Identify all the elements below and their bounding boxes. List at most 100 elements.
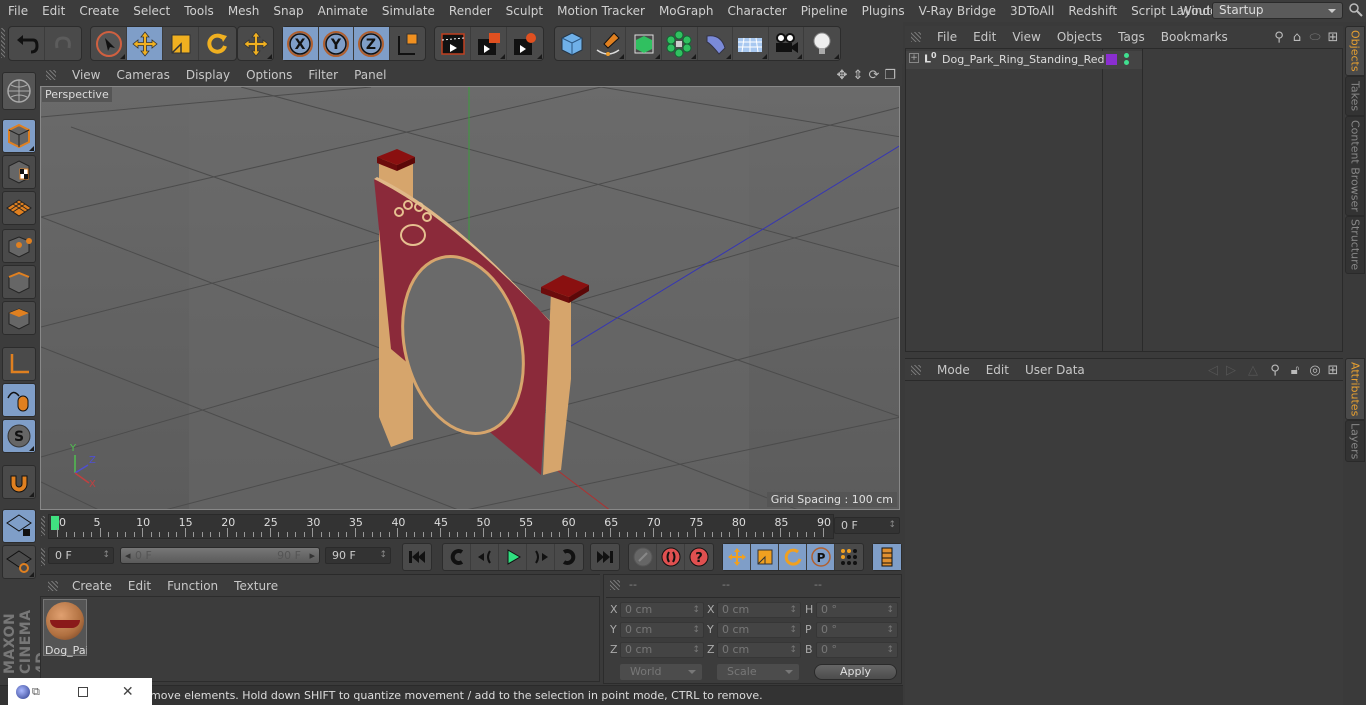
attributes-grip[interactable]: [911, 364, 921, 375]
menu-mograph[interactable]: MoGraph: [652, 0, 721, 22]
viewport-maximize-icon[interactable]: ❐: [882, 67, 898, 83]
end-frame-field[interactable]: 90 F: [325, 547, 391, 564]
position-y-field[interactable]: 0 cm: [620, 622, 704, 638]
axis-mode-icon[interactable]: [2, 347, 36, 381]
current-frame-field[interactable]: 0 F: [834, 517, 900, 534]
lock-icon[interactable]: 🔓︎: [1287, 362, 1303, 378]
forward-arrow-icon[interactable]: ▷: [1223, 362, 1239, 378]
toolbar-grip[interactable]: [1, 28, 5, 58]
material-grip[interactable]: [48, 580, 58, 591]
camera-icon[interactable]: [769, 27, 805, 60]
coordinate-system-icon[interactable]: [390, 27, 425, 60]
size-x-field[interactable]: 0 cm: [717, 602, 801, 618]
tab-takes[interactable]: Takes: [1345, 76, 1365, 116]
editor-visibility-dot[interactable]: [1124, 53, 1129, 58]
menu-motion-tracker[interactable]: Motion Tracker: [550, 0, 652, 22]
undo-icon[interactable]: [9, 27, 45, 60]
object-row[interactable]: + L0 Dog_Park_Ring_Standing_Red: [906, 51, 1142, 69]
object-menu-tags[interactable]: Tags: [1110, 30, 1153, 44]
tab-objects[interactable]: Objects: [1345, 26, 1365, 76]
coordinate-space-dropdown[interactable]: World: [620, 664, 702, 680]
attributes-menu-edit[interactable]: Edit: [978, 363, 1017, 377]
tab-content-browser[interactable]: Content Browser: [1345, 116, 1365, 216]
object-menu-view[interactable]: View: [1004, 30, 1048, 44]
viewport-menu-cameras[interactable]: Cameras: [108, 68, 177, 82]
menu-character[interactable]: Character: [720, 0, 793, 22]
menu-render[interactable]: Render: [442, 0, 499, 22]
menu-mesh[interactable]: Mesh: [221, 0, 267, 22]
rotation-p-field[interactable]: 0 °: [816, 622, 898, 638]
attributes-menu-mode[interactable]: Mode: [929, 363, 978, 377]
floor-icon[interactable]: [733, 27, 769, 60]
rotation-b-field[interactable]: 0 °: [816, 642, 898, 658]
menu-create[interactable]: Create: [72, 0, 126, 22]
menu-file[interactable]: File: [0, 0, 35, 22]
menu-plugins[interactable]: Plugins: [855, 0, 912, 22]
menu-edit[interactable]: Edit: [35, 0, 72, 22]
tab-attributes[interactable]: Attributes: [1345, 358, 1365, 420]
menu-3dtoall[interactable]: 3DToAll: [1003, 0, 1061, 22]
position-z-field[interactable]: 0 cm: [620, 642, 704, 658]
start-frame-field[interactable]: 0 F: [48, 547, 114, 564]
object-grip[interactable]: [911, 32, 921, 42]
new-panel-icon[interactable]: ⊞: [1325, 29, 1341, 45]
viewport-menu-options[interactable]: Options: [238, 68, 300, 82]
render-picture-viewer-icon[interactable]: [471, 27, 507, 60]
viewport-pan-icon[interactable]: ✥: [834, 67, 850, 83]
material-menu-texture[interactable]: Texture: [226, 579, 286, 593]
texture-mode-icon[interactable]: [2, 155, 36, 189]
layout-dropdown[interactable]: Startup: [1212, 2, 1343, 19]
range-left-arrow[interactable]: ◂: [125, 548, 131, 563]
frame-range-slider[interactable]: ◂ 0 F 90 F ▸: [120, 547, 320, 564]
material-item[interactable]: Dog_Pai: [43, 599, 87, 657]
close-icon[interactable]: ✕: [122, 684, 134, 700]
target-icon[interactable]: ◎: [1307, 362, 1323, 378]
maximize-icon[interactable]: [77, 686, 88, 697]
solo-icon[interactable]: S: [2, 419, 36, 453]
tab-structure[interactable]: Structure: [1345, 216, 1365, 274]
render-visibility-dot[interactable]: [1124, 60, 1129, 65]
attributes-search-icon[interactable]: ⚲: [1267, 362, 1283, 378]
viewport-menu-filter[interactable]: Filter: [300, 68, 346, 82]
search-icon[interactable]: [1348, 2, 1364, 18]
light-icon[interactable]: [804, 27, 840, 60]
object-menu-edit[interactable]: Edit: [965, 30, 1004, 44]
key-position-icon[interactable]: [723, 544, 751, 570]
size-y-field[interactable]: 0 cm: [717, 622, 801, 638]
menu-animate[interactable]: Animate: [311, 0, 375, 22]
move-icon[interactable]: [127, 27, 163, 60]
subdivision-icon[interactable]: [626, 27, 662, 60]
polygons-mode-icon[interactable]: [2, 301, 36, 335]
menu-simulate[interactable]: Simulate: [375, 0, 442, 22]
view-toggle-icon[interactable]: ⬭: [1307, 29, 1323, 45]
render-settings-icon[interactable]: [507, 27, 543, 60]
menu-vray-bridge[interactable]: V-Ray Bridge: [912, 0, 1003, 22]
record-icon-disabled[interactable]: [629, 544, 657, 570]
edges-mode-icon[interactable]: [2, 265, 36, 299]
rotation-h-field[interactable]: 0 °: [816, 602, 898, 618]
menu-tools[interactable]: Tools: [177, 0, 221, 22]
key-rotation-icon[interactable]: [779, 544, 807, 570]
restore-icon[interactable]: ⧉: [32, 685, 40, 699]
key-parameter-icon[interactable]: P: [807, 544, 835, 570]
object-search-icon[interactable]: ⚲: [1271, 29, 1287, 45]
back-arrow-icon[interactable]: ◁: [1205, 362, 1221, 378]
view-navigation-icon[interactable]: [2, 72, 36, 110]
timeline-grip[interactable]: [41, 516, 45, 536]
menu-sculpt[interactable]: Sculpt: [499, 0, 550, 22]
timeline-icon[interactable]: [873, 544, 901, 570]
menu-script[interactable]: Script: [1124, 0, 1173, 22]
object-name[interactable]: Dog_Park_Ring_Standing_Red: [942, 53, 1105, 66]
expand-icon[interactable]: +: [909, 53, 919, 63]
controls-grip[interactable]: [41, 548, 45, 566]
attributes-new-panel-icon[interactable]: ⊞: [1325, 362, 1341, 378]
object-menu-objects[interactable]: Objects: [1049, 30, 1110, 44]
menu-redshift[interactable]: Redshift: [1061, 0, 1124, 22]
3d-viewport[interactable]: Y Z X Grid Spacing : 100 cm: [40, 86, 900, 510]
previous-key-icon[interactable]: [443, 544, 471, 570]
next-frame-icon[interactable]: [527, 544, 555, 570]
z-axis-lock-icon[interactable]: Z: [354, 27, 390, 60]
object-menu-file[interactable]: File: [929, 30, 965, 44]
menu-pipeline[interactable]: Pipeline: [794, 0, 855, 22]
object-menu-bookmarks[interactable]: Bookmarks: [1153, 30, 1236, 44]
